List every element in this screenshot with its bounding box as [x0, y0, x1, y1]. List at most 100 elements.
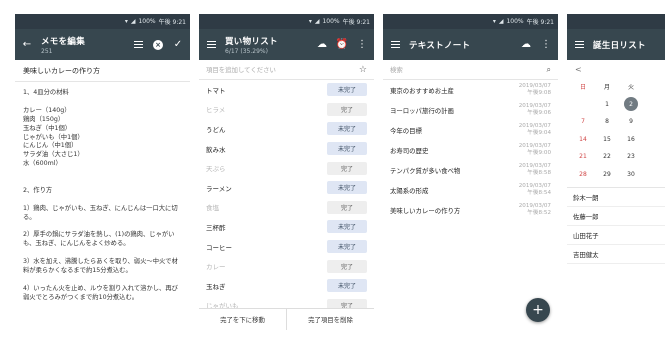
signal-icon: ◢ [314, 18, 320, 25]
cloud-icon[interactable]: ☁ [520, 39, 532, 51]
char-count: 251 [41, 47, 53, 55]
clear-icon[interactable]: × [152, 39, 164, 51]
shopping-item[interactable]: 天ぷら 完了 [199, 158, 374, 178]
note-item[interactable]: お寿司の歴史 2019/03/07 午後9:00 [383, 140, 558, 160]
note-item[interactable]: テンパク質が多い食べ物 2019/03/07 午後8:58 [383, 160, 558, 180]
menu-icon[interactable] [573, 39, 585, 51]
person-item[interactable]: 佐藤一郎 [567, 207, 665, 226]
status-toggle-button[interactable]: 未完了 [327, 83, 367, 97]
menu-icon[interactable] [389, 39, 401, 51]
status-toggle-button[interactable]: 未完了 [327, 142, 367, 156]
shopping-item[interactable]: 飲み水 未完了 [199, 139, 374, 159]
shopping-item[interactable]: ラーメン 未完了 [199, 178, 374, 198]
calendar-day[interactable]: 14 [571, 136, 595, 143]
memo-line: サラダ油（大さじ1） [23, 151, 84, 159]
alarm-icon[interactable]: ⏰ [336, 39, 348, 51]
clock: 午後 9:21 [158, 19, 186, 26]
memo-body-field[interactable]: 1、4皿分の材料 カレー（140g） 鶏肉（150g） 玉ねぎ（中1個） じゃがいも（中… [15, 82, 190, 310]
status-toggle-button[interactable]: 完了 [327, 200, 367, 214]
calendar-day[interactable]: 1 [595, 101, 619, 108]
note-date-time: 午後9:04 [527, 130, 551, 136]
status-toggle-button[interactable]: 完了 [327, 102, 367, 116]
back-arrow-icon[interactable]: ← [21, 39, 33, 51]
week-row: 28 29 30 [567, 166, 665, 184]
calendar-day[interactable]: 30 [619, 171, 643, 178]
note-item[interactable]: 美味しいカレーの作り方 2019/03/07 午後8:52 [383, 200, 558, 220]
shopping-item[interactable]: トマト 未完了 [199, 80, 374, 100]
add-item-input[interactable]: 項目を追加してください [206, 65, 359, 74]
memo-line: 3）水を加え、沸騰したらあくを取り、弱火〜中火で材料が柔らかくなるまで約15分煮… [23, 258, 178, 275]
shopping-item[interactable]: 玉ねぎ 未完了 [199, 276, 374, 296]
calendar-day[interactable]: 29 [595, 171, 619, 178]
calendar-day[interactable]: 15 [595, 136, 619, 143]
calendar-day[interactable]: 23 [619, 153, 643, 160]
note-title: 太陽系の形成 [390, 186, 429, 195]
calendar-nav: < [567, 60, 665, 78]
page-title: 買い物リスト [225, 36, 278, 47]
add-item-row[interactable]: 項目を追加してください ☆ [199, 60, 374, 80]
status-toggle-button[interactable]: 未完了 [327, 220, 367, 234]
more-vert-icon[interactable]: ⋮ [356, 39, 368, 51]
calendar-day[interactable]: 21 [571, 153, 595, 160]
note-date: 2019/03/07 午後9:08 [519, 83, 551, 97]
person-item[interactable]: 鈴木一朗 [567, 188, 665, 207]
page-title: メモを編集 [41, 36, 86, 47]
note-date: 2019/03/07 午後8:58 [519, 163, 551, 177]
calendar-day[interactable]: 22 [595, 153, 619, 160]
calendar-day[interactable]: 7 [571, 118, 595, 125]
status-toggle-button[interactable]: 未完了 [327, 279, 367, 293]
add-note-button[interactable]: + [526, 298, 550, 322]
note-date-time: 午後8:58 [527, 170, 551, 176]
search-bar[interactable]: 検索 ⌕ [383, 60, 558, 80]
status-toggle-button[interactable]: 完了 [327, 259, 367, 273]
calendar-day[interactable]: 9 [619, 118, 643, 125]
shopping-item[interactable]: うどん 未完了 [199, 119, 374, 139]
status-toggle-button[interactable]: 未完了 [327, 240, 367, 254]
delete-done-button[interactable]: 完了項目を削除 [286, 309, 374, 330]
cloud-icon[interactable]: ☁ [316, 39, 328, 51]
shopping-item[interactable]: 三杯酢 未完了 [199, 217, 374, 237]
status-toggle-button[interactable]: 未完了 [327, 181, 367, 195]
memo-line [23, 169, 182, 178]
bottom-bar: 完了を下に移動 完了項目を削除 [199, 308, 374, 330]
memo-edit-screen: ▾ ◢ 100% 午後 9:21 ← メモを編集 251 × ✓ 美味しいカレー… [15, 14, 190, 330]
move-done-down-button[interactable]: 完了を下に移動 [199, 309, 286, 330]
calendar-day[interactable]: 8 [595, 118, 619, 125]
status-toggle-button[interactable]: 未完了 [327, 122, 367, 136]
shopping-item[interactable]: 食塩 完了 [199, 198, 374, 218]
search-input[interactable]: 検索 [390, 65, 547, 74]
menu-icon[interactable] [205, 39, 217, 51]
memo-line [23, 196, 182, 205]
shopping-item[interactable]: カレー 完了 [199, 256, 374, 276]
check-icon[interactable]: ✓ [172, 39, 184, 51]
calendar-day[interactable]: 2 [619, 97, 643, 112]
person-item[interactable]: 山田花子 [567, 226, 665, 245]
calendar-day[interactable]: 28 [571, 171, 595, 178]
memo-line: 2、作り方 [23, 186, 53, 194]
status-bar: ▾ ◢ 100% 午後 9:21 [15, 14, 190, 29]
memo-line: 4）いったん火を止め、ルウを割り入れて溶かし、再び弱火でとろみがつくまで約10分… [23, 284, 178, 301]
calendar-day[interactable]: 16 [619, 136, 643, 143]
selected-day[interactable]: 2 [624, 97, 638, 112]
note-list: 東京のおすすめお土産 2019/03/07 午後9:08 ヨーロッパ旅行の計画 2019… [383, 80, 558, 220]
list-icon[interactable] [132, 39, 144, 51]
memo-title-field[interactable]: 美味しいカレーの作り方 [15, 60, 190, 82]
note-item[interactable]: 太陽系の形成 2019/03/07 午後8:54 [383, 180, 558, 200]
person-item[interactable]: 吉田健太 [567, 245, 665, 264]
prev-month-icon[interactable]: < [575, 65, 582, 74]
status-toggle-button[interactable]: 完了 [327, 161, 367, 175]
note-item[interactable]: 東京のおすすめお土産 2019/03/07 午後9:08 [383, 80, 558, 100]
note-item[interactable]: ヨーロッパ旅行の計画 2019/03/07 午後9:06 [383, 100, 558, 120]
calendar: 日月火 1 2 7 8 9 14 15 16 21 22 23 28 29 30 [567, 78, 665, 183]
star-icon[interactable]: ☆ [359, 65, 367, 75]
more-vert-icon[interactable]: ⋮ [540, 39, 552, 51]
shopping-item[interactable]: コーヒー 未完了 [199, 237, 374, 257]
status-bar [567, 14, 665, 29]
wifi-icon: ▾ [308, 18, 312, 25]
shopping-item[interactable]: ヒラメ 完了 [199, 100, 374, 120]
note-title: お寿司の歴史 [390, 146, 429, 155]
birthday-list-screen: 誕生日リスト < 日月火 1 2 7 8 9 14 15 16 21 22 23 28 29 30 鈴木一朗… [567, 14, 665, 330]
note-item[interactable]: 今年の目標 2019/03/07 午後9:04 [383, 120, 558, 140]
search-icon[interactable]: ⌕ [547, 65, 551, 75]
status-bar: ▾ ◢ 100% 午後 9:21 [199, 14, 374, 29]
